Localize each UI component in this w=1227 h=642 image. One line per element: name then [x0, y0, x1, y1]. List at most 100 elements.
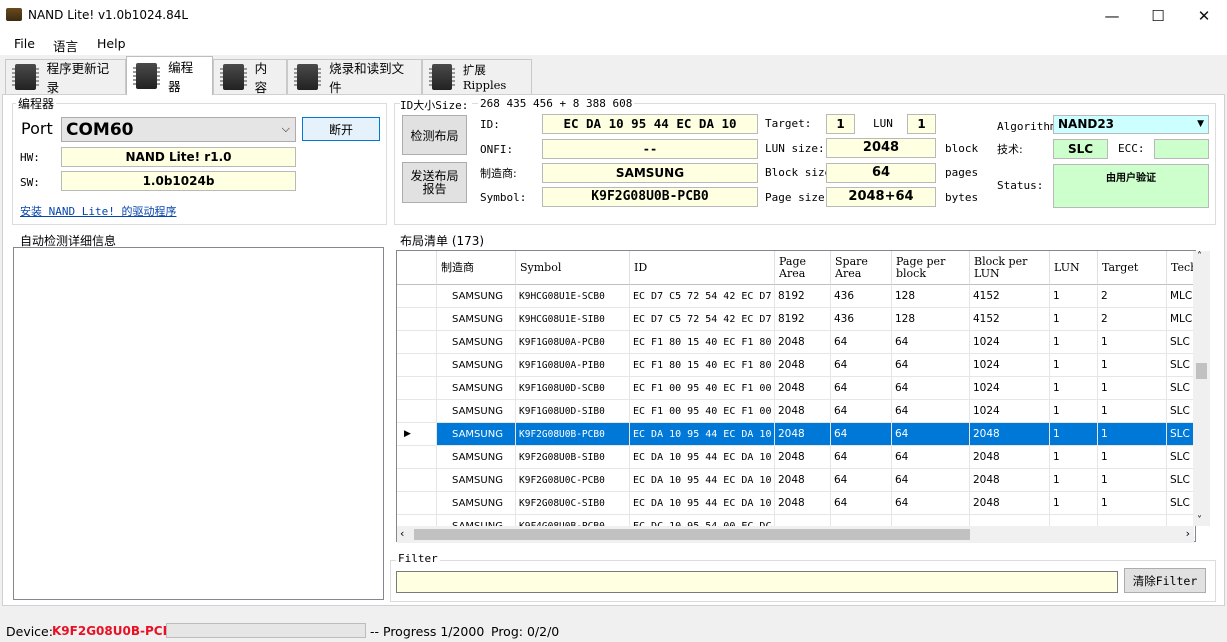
col-target-cell: 1	[1098, 354, 1167, 377]
col-block-per-lun-header[interactable]: Block per LUN	[970, 251, 1050, 285]
row-header[interactable]	[397, 492, 437, 515]
vertical-scroll-thumb[interactable]	[1196, 363, 1207, 379]
detect-layout-button[interactable]: 检测布局	[402, 115, 467, 155]
menu-language[interactable]: 语言	[53, 36, 78, 55]
col-lun-cell: 1	[1050, 469, 1098, 492]
col-target-cell: 1	[1098, 469, 1167, 492]
table-row[interactable]: SAMSUNG K9F1G08U0D-SIB0 EC F1 00 95 40 EC …	[397, 400, 1195, 423]
horizontal-scrollbar[interactable]: ‹ ›	[397, 526, 1194, 543]
table-row[interactable]: SAMSUNG K9F1G08U0A-PIB0 EC F1 80 15 40 EC …	[397, 354, 1195, 377]
table-row[interactable]: SAMSUNG K9F2G08U0C-PCB0 EC DA 10 95 44 EC …	[397, 469, 1195, 492]
dropdown-arrow-icon: ▼	[1197, 119, 1204, 129]
col-spare-area-cell: 64	[831, 354, 892, 377]
col-lun-header[interactable]: LUN	[1050, 251, 1098, 285]
port-select[interactable]: COM60 ⌵	[61, 117, 296, 142]
table-row[interactable]: SAMSUNG K9HCG08U1E-SIB0 EC D7 C5 72 54 42 …	[397, 308, 1195, 331]
col-page-per-block-header[interactable]: Page per block	[892, 251, 970, 285]
col-tech-header[interactable]: Tech	[1167, 251, 1195, 285]
col-id-header[interactable]: ID	[630, 251, 775, 285]
col-symbol-cell: K9F2G08U0B-PCB0	[516, 423, 630, 446]
device-label: Device:	[6, 624, 53, 639]
tab-ripples[interactable]: 扩展Ripples	[422, 59, 532, 94]
row-header[interactable]	[397, 446, 437, 469]
menu-help[interactable]: Help	[97, 36, 126, 51]
col-id-cell: EC F1 00 95 40 EC F1 00	[630, 377, 775, 400]
col-page-per-block-cell: 64	[892, 423, 970, 446]
row-header[interactable]	[397, 354, 437, 377]
send-layout-report-button[interactable]: 发送布局报告	[402, 162, 467, 203]
table-row[interactable]: SAMSUNG K9F1G08U0A-PCB0 EC F1 80 15 40 EC …	[397, 331, 1195, 354]
col-symbol-header[interactable]: Symbol	[516, 251, 630, 285]
col-id-cell: EC F1 00 95 40 EC F1 00	[630, 400, 775, 423]
tab-content[interactable]: 内容	[213, 59, 287, 95]
onfi-label: ONFI:	[480, 143, 514, 156]
col-id-cell: EC F1 80 15 40 EC F1 80	[630, 331, 775, 354]
scroll-right-icon[interactable]: ›	[1186, 527, 1190, 540]
scroll-left-icon[interactable]: ‹	[400, 527, 404, 540]
row-header[interactable]	[397, 285, 437, 308]
layout-grid[interactable]: 制造商 Symbol ID Page Area Spare Area Page per b…	[396, 250, 1196, 542]
table-row[interactable]: SAMSUNG K9F2G08U0C-SIB0 EC DA 10 95 44 EC …	[397, 492, 1195, 515]
scroll-down-icon[interactable]: ˅	[1197, 515, 1202, 526]
page-size-unit: bytes	[945, 191, 979, 204]
col-lun-cell: 1	[1050, 285, 1098, 308]
col-lun-cell: 1	[1050, 446, 1098, 469]
col-lun-cell: 1	[1050, 377, 1098, 400]
col-block-per-lun-cell: 4152	[970, 285, 1050, 308]
col-symbol-cell: K9F1G08U0A-PCB0	[516, 331, 630, 354]
col-spare-area-header[interactable]: Spare Area	[831, 251, 892, 285]
filter-input[interactable]	[396, 571, 1118, 593]
col-page-per-block-cell: 64	[892, 469, 970, 492]
col-block-per-lun-cell: 1024	[970, 400, 1050, 423]
disconnect-button[interactable]: 断开	[302, 117, 380, 141]
col-target-cell: 2	[1098, 285, 1167, 308]
row-header[interactable]	[397, 308, 437, 331]
col-maker-cell: SAMSUNG	[437, 469, 516, 492]
driver-link[interactable]: 安装 NAND Lite! 的驱动程序	[20, 203, 176, 219]
col-page-area-cell: 2048	[775, 423, 831, 446]
col-tech-cell: SLC	[1167, 446, 1195, 469]
close-button[interactable]: ✕	[1181, 0, 1227, 31]
row-header[interactable]	[397, 331, 437, 354]
menu-file[interactable]: File	[14, 36, 35, 51]
col-block-per-lun-cell: 2048	[970, 469, 1050, 492]
tab-changelog[interactable]: 程序更新记录	[5, 59, 126, 95]
vertical-scrollbar[interactable]: ˄ ˅	[1193, 251, 1210, 526]
autodetect-textbox[interactable]	[13, 247, 384, 600]
app-icon	[6, 8, 22, 21]
maker-label: 制造商:	[480, 167, 517, 180]
table-row[interactable]: SAMSUNG K9F2G08U0B-SIB0 EC DA 10 95 44 EC …	[397, 446, 1195, 469]
col-page-per-block-cell: 64	[892, 354, 970, 377]
col-tech-cell: MLC	[1167, 285, 1195, 308]
window-title: NAND Lite! v1.0b1024.84L	[28, 8, 189, 22]
col-page-area-cell: 2048	[775, 469, 831, 492]
col-id-cell: EC DA 10 95 44 EC DA 10	[630, 469, 775, 492]
col-maker-header[interactable]: 制造商	[437, 251, 516, 285]
col-id-cell: EC D7 C5 72 54 42 EC D7	[630, 285, 775, 308]
clear-filter-button[interactable]: 清除Filter	[1124, 568, 1206, 593]
row-header[interactable]	[397, 377, 437, 400]
horizontal-scroll-thumb[interactable]	[414, 529, 970, 540]
algorithm-select[interactable]: NAND23 ▼	[1053, 115, 1209, 134]
scroll-up-icon[interactable]: ˄	[1197, 251, 1202, 262]
col-target-cell: 1	[1098, 377, 1167, 400]
maker-field: SAMSUNG	[542, 163, 758, 183]
col-page-area-header[interactable]: Page Area	[775, 251, 831, 285]
table-row[interactable]: ▶ SAMSUNG K9F2G08U0B-PCB0 EC DA 10 95 44 EC…	[397, 423, 1195, 446]
filter-title: Filter	[396, 552, 440, 565]
col-target-cell: 1	[1098, 400, 1167, 423]
col-target-header[interactable]: Target	[1098, 251, 1167, 285]
tab-burn-read[interactable]: 烧录和读到文件	[287, 59, 422, 95]
col-target-cell: 1	[1098, 331, 1167, 354]
tab-programmer[interactable]: 编程器	[126, 56, 213, 95]
col-maker-cell: SAMSUNG	[437, 331, 516, 354]
row-header[interactable]	[397, 469, 437, 492]
table-row[interactable]: SAMSUNG K9HCG08U1E-SCB0 EC D7 C5 72 54 42 …	[397, 285, 1195, 308]
col-symbol-cell: K9HCG08U1E-SIB0	[516, 308, 630, 331]
minimize-button[interactable]: —	[1089, 0, 1135, 31]
row-header[interactable]: ▶	[397, 423, 437, 446]
maximize-button[interactable]: ☐	[1135, 0, 1181, 31]
table-row[interactable]: SAMSUNG K9F1G08U0D-SCB0 EC F1 00 95 40 EC …	[397, 377, 1195, 400]
row-header[interactable]	[397, 400, 437, 423]
col-page-per-block-cell: 64	[892, 331, 970, 354]
